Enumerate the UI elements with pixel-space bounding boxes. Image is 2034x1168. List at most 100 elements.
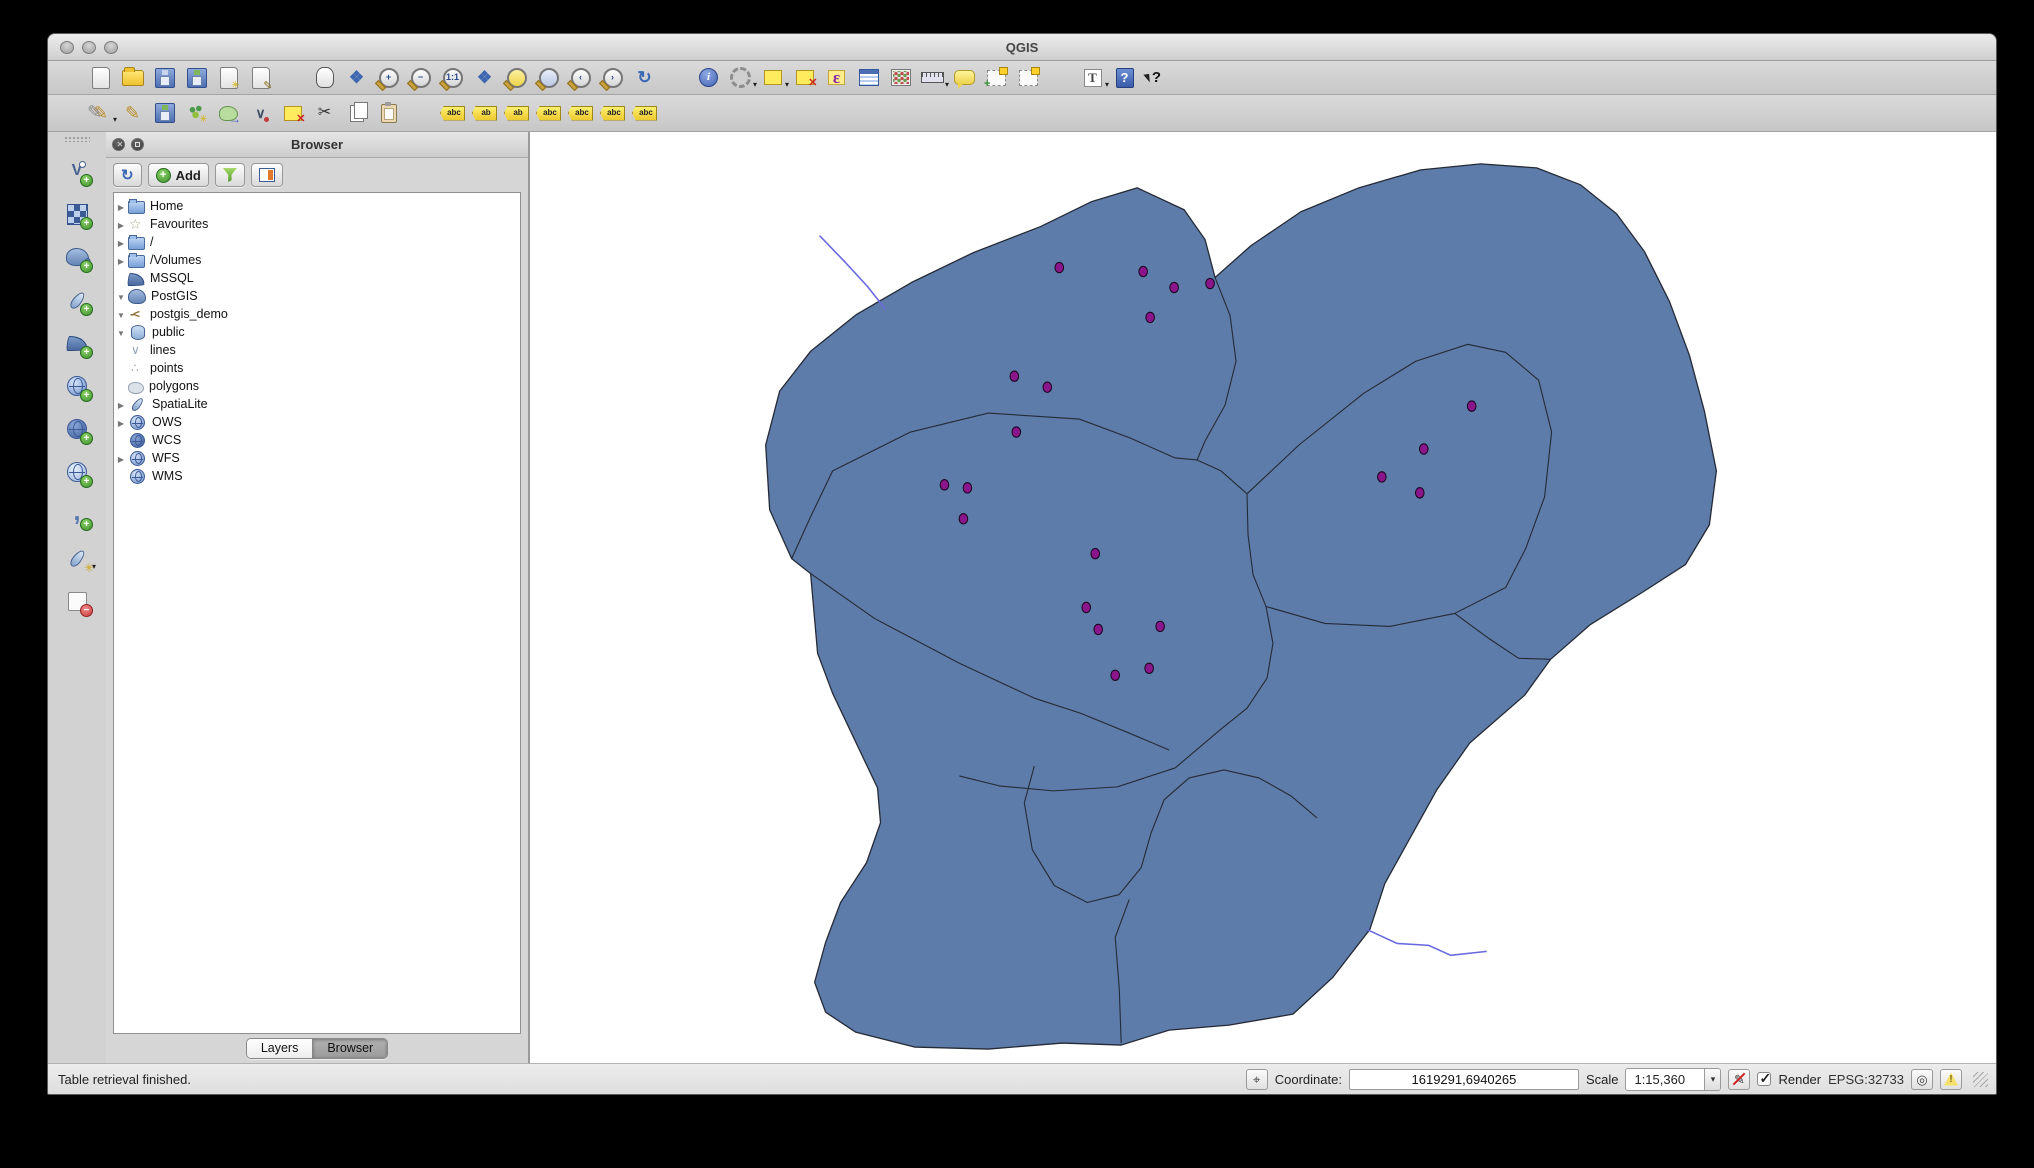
toolbar-button[interactable] xyxy=(886,64,915,92)
coordinate-input[interactable] xyxy=(1349,1069,1579,1090)
disclosure-arrow-icon[interactable] xyxy=(114,253,128,267)
browser-tree[interactable]: Home Favourites / /Volumes xyxy=(113,192,521,1034)
collapse-all-button[interactable] xyxy=(251,163,283,187)
mouse-position-icon[interactable]: ⌖ xyxy=(1246,1069,1268,1090)
refresh-browser-button[interactable]: ↻ xyxy=(113,163,142,187)
disclosure-arrow-icon[interactable] xyxy=(114,217,128,231)
crs-globe-icon[interactable]: ◎ xyxy=(1911,1069,1933,1090)
tree-item[interactable]: lines xyxy=(114,341,190,359)
disclosure-arrow-icon[interactable] xyxy=(114,235,128,249)
toolbar-button[interactable]: ❖ xyxy=(342,64,371,92)
toolbar-button[interactable]: ε xyxy=(822,64,851,92)
dropdown-arrow-icon[interactable] xyxy=(785,75,789,90)
toolbar-button[interactable] xyxy=(86,64,115,92)
toolbar-button[interactable]: abc ◎ xyxy=(534,99,563,127)
toolbar-button[interactable] xyxy=(726,64,755,92)
tree-item[interactable]: /Volumes xyxy=(114,251,215,269)
disclosure-arrow-icon[interactable] xyxy=(114,199,128,213)
filter-browser-button[interactable] xyxy=(215,163,245,187)
dock-button[interactable] xyxy=(60,413,94,445)
dock-button[interactable] xyxy=(60,241,94,273)
toolbar-button[interactable] xyxy=(214,99,243,127)
tab-layers[interactable]: Layers xyxy=(247,1039,313,1058)
toolbar-button[interactable] xyxy=(758,64,787,92)
toolbar-button[interactable]: abc → xyxy=(566,99,595,127)
toolbar-button[interactable] xyxy=(214,64,243,92)
map-canvas[interactable] xyxy=(529,132,1996,1063)
stop-render-icon[interactable]: ✎ xyxy=(1728,1069,1750,1090)
dropdown-arrow-icon[interactable] xyxy=(1105,75,1109,90)
dropdown-arrow-icon[interactable] xyxy=(113,110,117,125)
toolbar-button[interactable] xyxy=(374,99,403,127)
toolbar-button[interactable]: ? xyxy=(1142,64,1171,92)
toolbar-button[interactable] xyxy=(278,64,307,92)
disclosure-arrow-icon[interactable] xyxy=(114,397,128,411)
toolbar-button[interactable] xyxy=(534,64,563,92)
toolbar-button[interactable] xyxy=(54,64,83,92)
toolbar-button[interactable]: + xyxy=(374,64,403,92)
tree-item[interactable]: points xyxy=(114,359,197,377)
title-bar[interactable]: QGIS xyxy=(48,34,1996,61)
render-checkbox[interactable] xyxy=(1757,1072,1771,1086)
tree-item[interactable]: / xyxy=(114,233,167,251)
toolbar-button[interactable] xyxy=(662,64,691,92)
close-window-button[interactable] xyxy=(60,41,74,54)
toolbar-button[interactable]: i xyxy=(694,64,723,92)
disclosure-arrow-icon[interactable] xyxy=(114,289,128,303)
toolbar-button[interactable]: T xyxy=(1078,64,1107,92)
toolbar-button[interactable] xyxy=(342,99,371,127)
disclosure-arrow-icon[interactable] xyxy=(114,451,128,465)
toolbar-button[interactable]: abc ↻ xyxy=(598,99,627,127)
toolbar-button[interactable] xyxy=(150,99,179,127)
toolbar-button[interactable]: 1:1 xyxy=(438,64,467,92)
toolbar-button[interactable]: ab ● xyxy=(470,99,499,127)
dropdown-arrow-icon[interactable] xyxy=(92,557,96,572)
tree-item[interactable]: polygons xyxy=(114,377,213,395)
toolbar-button[interactable] xyxy=(1014,64,1043,92)
toolbar-button[interactable]: ∨ xyxy=(246,99,275,127)
disclosure-arrow-icon[interactable] xyxy=(114,325,128,339)
toolbar-button[interactable]: ✎ xyxy=(86,99,115,127)
toolbar-button[interactable] xyxy=(1046,64,1075,92)
dock-button[interactable] xyxy=(60,284,94,316)
toolbar-button[interactable] xyxy=(246,64,275,92)
dock-button[interactable] xyxy=(60,198,94,230)
toolbar-button[interactable] xyxy=(150,64,179,92)
toolbar-button[interactable]: − xyxy=(406,64,435,92)
toolbar-button[interactable] xyxy=(950,64,979,92)
tree-item[interactable]: WFS xyxy=(114,449,194,467)
tab-browser[interactable]: Browser xyxy=(312,1039,387,1058)
add-selected-layers-button[interactable]: + Add xyxy=(148,163,209,187)
dock-button[interactable] xyxy=(60,327,94,359)
dock-button[interactable] xyxy=(60,370,94,402)
toolbar-button[interactable]: ab ● xyxy=(502,99,531,127)
zoom-window-button[interactable] xyxy=(104,41,118,54)
tree-item[interactable]: Home xyxy=(114,197,197,215)
toolbar-button[interactable]: ✎ xyxy=(118,99,147,127)
toolbar-button[interactable]: ? xyxy=(1110,64,1139,92)
toolbar-button[interactable] xyxy=(182,64,211,92)
toolbar-button[interactable] xyxy=(502,64,531,92)
messages-warning-icon[interactable] xyxy=(1940,1069,1962,1090)
tree-item[interactable]: WCS xyxy=(114,431,195,449)
toolbar-button[interactable] xyxy=(406,99,435,127)
toolbar-button[interactable] xyxy=(118,64,147,92)
tree-item[interactable]: public xyxy=(114,323,199,341)
dock-button[interactable]: , xyxy=(60,499,94,531)
toolbar-button[interactable]: ‹ xyxy=(566,64,595,92)
dock-button[interactable] xyxy=(60,585,94,617)
toolbar-button[interactable]: + xyxy=(982,64,1011,92)
toolbar-button[interactable]: abc ✎ xyxy=(630,99,659,127)
tree-item[interactable]: postgis_demo xyxy=(114,305,242,323)
dock-button[interactable]: V xyxy=(60,155,94,187)
tree-item[interactable]: SpatiaLite xyxy=(114,395,222,413)
tree-item[interactable]: MSSQL xyxy=(114,269,208,287)
minimize-window-button[interactable] xyxy=(82,41,96,54)
tree-item[interactable]: Favourites xyxy=(114,215,222,233)
tree-item[interactable]: WMS xyxy=(114,467,197,485)
dropdown-arrow-icon[interactable] xyxy=(753,75,757,90)
dropdown-arrow-icon[interactable] xyxy=(945,75,949,90)
toolbar-button[interactable]: ✕ xyxy=(278,99,307,127)
toolbar-button[interactable]: ✂ xyxy=(310,99,339,127)
scale-combobox[interactable]: 1:15,360 xyxy=(1625,1068,1721,1091)
